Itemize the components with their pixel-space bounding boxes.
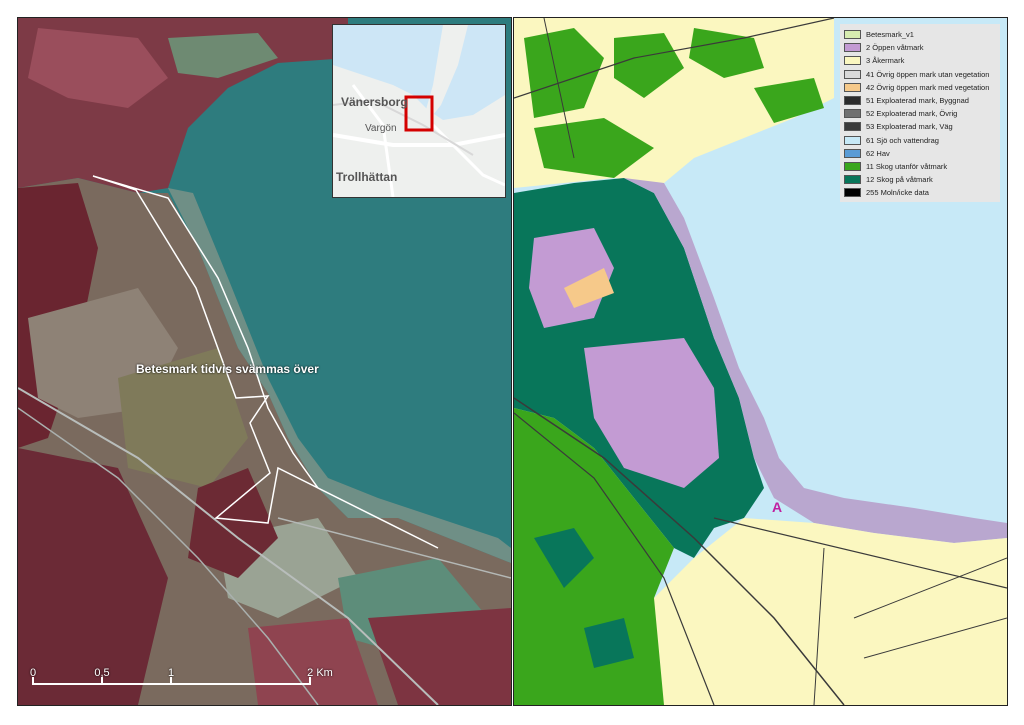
scale-tick xyxy=(309,677,311,685)
landcover-map-panel[interactable]: A Betesmark_v1 2 Öppen våtmark 3 Åkermark 4… xyxy=(513,17,1008,706)
legend-swatch xyxy=(844,188,861,198)
scale-bar-line xyxy=(33,683,311,685)
legend-label: 61 Sjö och vattendrag xyxy=(866,135,939,145)
legend-label: 2 Öppen våtmark xyxy=(866,43,924,53)
grazing-area-annotation: Betesmark tidvis svämmas över xyxy=(136,362,319,376)
legend-swatch xyxy=(844,69,861,79)
locator-inset-map[interactable]: Vänersborg Vargön Trollhättan xyxy=(332,24,506,198)
legend-label: 53 Exploaterad mark, Väg xyxy=(866,122,953,132)
scale-tick xyxy=(101,677,103,685)
inset-label-trollhattan: Trollhättan xyxy=(336,170,398,184)
legend-item: 255 Moln/icke data xyxy=(844,186,996,199)
legend-label: 52 Exploaterad mark, Övrig xyxy=(866,109,958,119)
inset-label-vargon: Vargön xyxy=(365,123,397,134)
legend-swatch xyxy=(844,30,861,40)
inset-label-vanersborg: Vänersborg xyxy=(341,95,408,109)
legend-label: 12 Skog på våtmark xyxy=(866,175,933,185)
scale-tick xyxy=(170,677,172,685)
legend-item: 11 Skog utanför våtmark xyxy=(844,160,996,173)
legend-label: 42 Övrig öppen mark med vegetation xyxy=(866,82,990,92)
legend-label: 41 Övrig öppen mark utan vegetation xyxy=(866,69,990,79)
legend-swatch xyxy=(844,175,861,185)
legend-swatch xyxy=(844,109,861,119)
legend-label: Betesmark_v1 xyxy=(866,30,914,40)
legend-swatch xyxy=(844,96,861,106)
legend-swatch xyxy=(844,122,861,132)
scale-label-2km: 2 Km xyxy=(307,667,333,679)
legend-swatch xyxy=(844,43,861,53)
legend-item: 41 Övrig öppen mark utan vegetation xyxy=(844,68,996,81)
legend-item: Betesmark_v1 xyxy=(844,28,996,41)
legend-label: 255 Moln/icke data xyxy=(866,188,929,198)
legend-label: 11 Skog utanför våtmark xyxy=(866,161,948,171)
legend-item: 12 Skog på våtmark xyxy=(844,173,996,186)
legend-swatch xyxy=(844,56,861,66)
legend-item: 52 Exploaterad mark, Övrig xyxy=(844,107,996,120)
legend-swatch xyxy=(844,82,861,92)
legend-swatch xyxy=(844,161,861,171)
legend-swatch xyxy=(844,148,861,158)
legend-item: 61 Sjö och vattendrag xyxy=(844,134,996,147)
scale-tick xyxy=(32,677,34,685)
legend-label: 3 Åkermark xyxy=(866,56,905,66)
legend-item: 51 Exploaterad mark, Byggnad xyxy=(844,94,996,107)
legend-swatch xyxy=(844,135,861,145)
legend-item: 53 Exploaterad mark, Väg xyxy=(844,120,996,133)
legend: Betesmark_v1 2 Öppen våtmark 3 Åkermark 41 … xyxy=(840,24,1000,203)
scale-bar: 0 0,5 1 2 Km xyxy=(28,667,333,693)
legend-item: 42 Övrig öppen mark med vegetation xyxy=(844,81,996,94)
legend-item: 62 Hav xyxy=(844,147,996,160)
legend-label: 62 Hav xyxy=(866,148,890,158)
legend-item: 3 Åkermark xyxy=(844,54,996,67)
point-label-a: A xyxy=(772,499,783,515)
legend-label: 51 Exploaterad mark, Byggnad xyxy=(866,96,969,106)
aerial-map-panel[interactable]: Betesmark tidvis svämmas över Vänersborg… xyxy=(17,17,512,706)
legend-item: 2 Öppen våtmark xyxy=(844,41,996,54)
